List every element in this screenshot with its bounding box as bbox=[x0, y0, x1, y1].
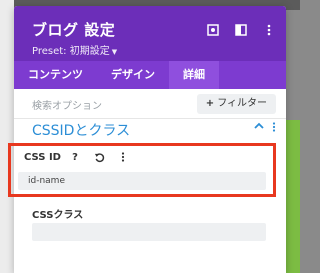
preset-selector[interactable]: Preset: 初期設定 ▼ bbox=[32, 42, 117, 57]
caret-down-icon: ▼ bbox=[111, 48, 118, 56]
preset-label: Preset: 初期設定 bbox=[32, 46, 110, 57]
tab-bar: コンテンツ デザイン 詳細 bbox=[14, 61, 286, 89]
target-icon[interactable] bbox=[206, 23, 220, 37]
plus-icon: + bbox=[205, 98, 215, 109]
backdrop-left bbox=[0, 0, 14, 273]
css-class-input[interactable] bbox=[32, 223, 266, 241]
tab-design[interactable]: デザイン bbox=[97, 61, 169, 89]
css-id-input[interactable]: id-name bbox=[18, 172, 266, 190]
backdrop-green-strip bbox=[286, 120, 300, 273]
tab-advanced[interactable]: 詳細 bbox=[169, 61, 219, 89]
help-icon[interactable]: ? bbox=[68, 150, 82, 164]
more-vertical-icon[interactable] bbox=[262, 23, 276, 37]
section-title: CSSIDとクラス bbox=[32, 123, 131, 139]
search-options-input[interactable]: 検索オプション bbox=[32, 97, 102, 112]
css-id-field-icons: ? bbox=[68, 150, 130, 164]
section-icons bbox=[254, 122, 276, 135]
section-header[interactable]: CSSIDとクラス bbox=[14, 113, 286, 141]
more-vertical-icon[interactable] bbox=[272, 122, 276, 135]
chevron-up-icon[interactable] bbox=[254, 122, 264, 135]
filter-label: フィルター bbox=[217, 98, 267, 109]
more-vertical-icon[interactable] bbox=[116, 150, 130, 164]
header-icons bbox=[206, 23, 276, 37]
panel-header: ブログ 設定 Preset: 初期設定 ▼ bbox=[14, 6, 286, 61]
columns-icon[interactable] bbox=[234, 23, 248, 37]
css-class-label: CSSクラス bbox=[32, 210, 84, 221]
reset-icon[interactable] bbox=[92, 150, 106, 164]
css-id-label: CSS ID bbox=[24, 152, 61, 163]
panel-title: ブログ 設定 bbox=[32, 21, 116, 39]
filter-button[interactable]: + フィルター bbox=[196, 94, 276, 114]
tab-content[interactable]: コンテンツ bbox=[14, 61, 97, 89]
